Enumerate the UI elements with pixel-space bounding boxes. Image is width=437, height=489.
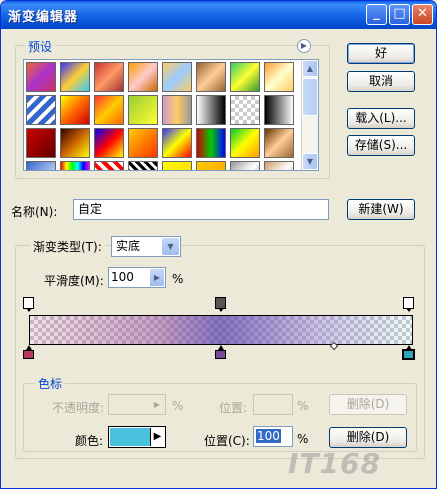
smoothness-label: 平滑度(M): bbox=[44, 274, 104, 288]
preset-swatch[interactable] bbox=[230, 128, 260, 158]
minimize-icon[interactable]: _ bbox=[366, 4, 387, 25]
smoothness-slider-icon[interactable]: ▶ bbox=[150, 269, 164, 286]
stops-legend: 色标 bbox=[35, 375, 66, 392]
chevron-down-icon[interactable]: ▼ bbox=[162, 238, 179, 255]
presets-scrollbar[interactable]: ▲ ▼ bbox=[301, 60, 318, 170]
color-label: 颜色: bbox=[75, 434, 104, 448]
preset-swatch[interactable] bbox=[162, 95, 192, 125]
opacity-stop-mid[interactable] bbox=[215, 297, 226, 312]
opacity-label: 不透明度: bbox=[52, 401, 105, 415]
preset-swatch[interactable] bbox=[196, 62, 226, 92]
preset-swatch[interactable] bbox=[264, 95, 294, 125]
name-label: 名称(N): bbox=[11, 205, 58, 219]
window-title: 渐变编辑器 bbox=[8, 10, 79, 25]
color-location-unit: % bbox=[297, 432, 309, 446]
new-button[interactable]: 新建(W) bbox=[347, 199, 415, 220]
preset-swatch[interactable] bbox=[162, 62, 192, 92]
preset-swatch[interactable] bbox=[128, 95, 158, 125]
name-field[interactable]: 自定 bbox=[73, 199, 329, 220]
scroll-up-icon[interactable]: ▲ bbox=[302, 60, 318, 77]
preset-swatch[interactable] bbox=[162, 128, 192, 158]
gradient-type-select[interactable]: 实底 ▼ bbox=[111, 236, 181, 257]
preset-swatch[interactable] bbox=[26, 128, 56, 158]
scroll-down-icon[interactable]: ▼ bbox=[302, 153, 318, 170]
preset-swatch[interactable] bbox=[94, 95, 124, 125]
cancel-button[interactable]: 取消 bbox=[347, 71, 415, 92]
preset-swatch[interactable] bbox=[196, 128, 226, 158]
color-picker[interactable]: ▶ bbox=[108, 426, 166, 448]
preset-swatch[interactable] bbox=[128, 128, 158, 158]
gradient-preview-bar[interactable] bbox=[29, 315, 413, 345]
smoothness-unit: % bbox=[172, 272, 184, 286]
scroll-thumb[interactable] bbox=[302, 78, 318, 116]
preset-swatch[interactable] bbox=[162, 161, 192, 170]
delete-color-button[interactable]: 删除(D) bbox=[329, 427, 407, 448]
preset-swatch[interactable] bbox=[94, 161, 124, 170]
opacity-unit: % bbox=[172, 399, 184, 413]
color-location-value: 100 bbox=[256, 429, 281, 443]
preset-swatch[interactable] bbox=[26, 161, 56, 170]
opacity-stop-left[interactable] bbox=[23, 297, 34, 312]
title-bar[interactable]: 渐变编辑器 _ □ ✕ bbox=[1, 1, 436, 29]
opacity-location-unit: % bbox=[297, 399, 309, 413]
load-button[interactable]: 载入(L)... bbox=[347, 108, 415, 129]
ok-button[interactable]: 好 bbox=[347, 43, 415, 64]
smoothness-value: 100 bbox=[111, 270, 134, 284]
color-stop-right[interactable] bbox=[402, 345, 415, 360]
preset-swatch[interactable] bbox=[60, 95, 90, 125]
preset-swatch[interactable] bbox=[196, 95, 226, 125]
save-button[interactable]: 存储(S)... bbox=[347, 135, 415, 156]
preset-swatch[interactable] bbox=[128, 62, 158, 92]
color-swatch[interactable] bbox=[110, 428, 150, 446]
presets-list[interactable]: ▲ ▼ bbox=[23, 59, 319, 171]
watermark-logo: IT168 bbox=[288, 447, 381, 480]
preset-swatch[interactable] bbox=[60, 128, 90, 158]
opacity-stop-right[interactable] bbox=[403, 297, 414, 312]
preset-swatch[interactable] bbox=[26, 95, 56, 125]
maximize-icon[interactable]: □ bbox=[389, 4, 410, 25]
presets-legend: 预设 bbox=[25, 38, 56, 55]
preset-swatch[interactable] bbox=[264, 161, 294, 170]
gradient-type-value: 实底 bbox=[116, 239, 141, 253]
color-stop-mid[interactable] bbox=[215, 345, 226, 359]
color-location-field[interactable]: 100 bbox=[253, 426, 293, 447]
presets-menu-icon[interactable]: ▶ bbox=[297, 39, 311, 53]
preset-swatch[interactable] bbox=[94, 62, 124, 92]
opacity-field: ▶ bbox=[108, 394, 166, 415]
opacity-location-field bbox=[253, 394, 293, 415]
smoothness-field[interactable]: 100 ▶ bbox=[108, 267, 166, 288]
gradient-editor-window: 渐变编辑器 _ □ ✕ 预设 ▶ ▲ ▼ 好 取消 载入(L)... 存储(S)… bbox=[0, 0, 437, 489]
color-menu-icon[interactable]: ▶ bbox=[150, 428, 164, 446]
gradient-type-label: 渐变类型(T): bbox=[30, 238, 105, 255]
preset-swatch[interactable] bbox=[230, 95, 260, 125]
preset-swatch[interactable] bbox=[264, 62, 294, 92]
preset-swatch[interactable] bbox=[60, 62, 90, 92]
color-stop-left[interactable] bbox=[23, 345, 34, 359]
color-location-label: 位置(C): bbox=[204, 434, 250, 448]
preset-swatch[interactable] bbox=[128, 161, 158, 170]
delete-opacity-button: 删除(D) bbox=[329, 394, 407, 415]
preset-swatch[interactable] bbox=[230, 161, 260, 170]
preset-swatch[interactable] bbox=[60, 161, 90, 170]
opacity-slider-icon: ▶ bbox=[153, 400, 161, 409]
close-icon[interactable]: ✕ bbox=[412, 4, 433, 25]
preset-swatch[interactable] bbox=[94, 128, 124, 158]
preset-swatch[interactable] bbox=[230, 62, 260, 92]
opacity-location-label: 位置: bbox=[219, 401, 248, 415]
preset-swatch[interactable] bbox=[264, 128, 294, 158]
preset-swatch[interactable] bbox=[196, 161, 226, 170]
preset-swatch[interactable] bbox=[26, 62, 56, 92]
